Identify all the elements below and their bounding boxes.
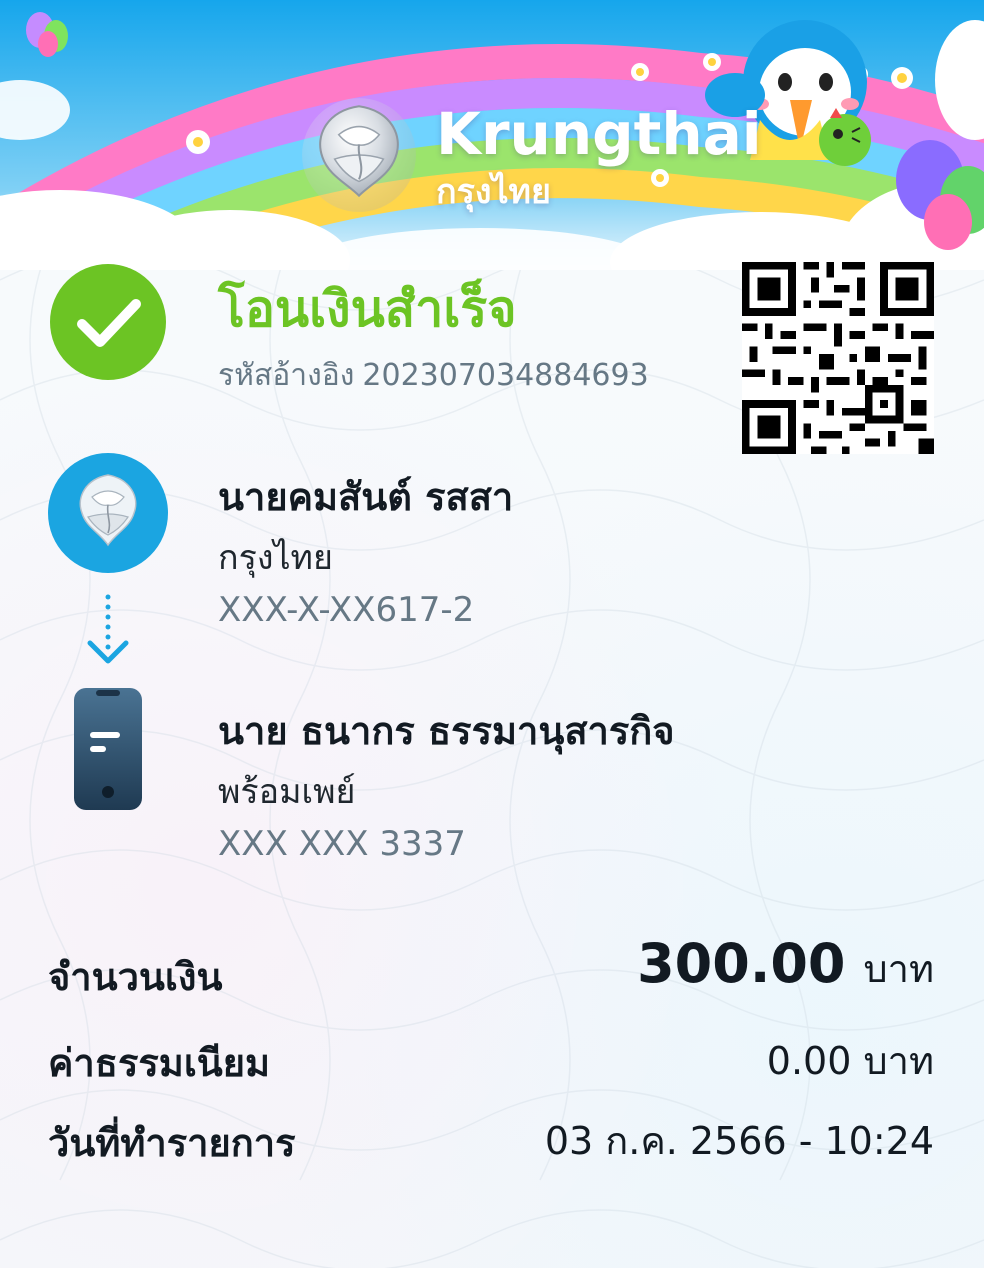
brand-name-en: Krungthai [436, 100, 762, 168]
sender-bank: กรุงไทย [218, 538, 333, 578]
receiver-channel: พร้อมเพย์ [218, 772, 356, 812]
amount-unit: บาท [863, 947, 934, 991]
fee-label: ค่าธรรมเนียม [48, 1041, 271, 1085]
receiver-account: XXX XXX 3337 [218, 824, 466, 864]
sender-name: นายคมสันต์ รสสา [218, 475, 514, 519]
receiver-name: นาย ธนากร ธรรมานุสารกิจ [218, 709, 675, 753]
dotted-arrow-down-icon [87, 594, 129, 664]
reference-line: รหัสอ้างอิง 202307034884693 [218, 352, 657, 399]
amount-value-group: 300.00 บาท [637, 932, 934, 999]
reference-value: 202307034884693 [362, 358, 649, 393]
header-banner: Krungthai กรุงไทย [0, 0, 984, 270]
amount-value: 300.00 [637, 932, 846, 995]
check-circle-icon [50, 264, 166, 380]
sender-account: XXX-X-XX617-2 [218, 590, 475, 630]
brand-name-th: กรุงไทย [436, 172, 551, 212]
fee-value: 0.00 บาท [766, 1039, 934, 1083]
date-value: 03 ก.ค. 2566 - 10:24 [544, 1119, 934, 1163]
krungthai-logo-icon [302, 98, 416, 212]
status-title: โอนเงินสำเร็จ [218, 280, 517, 338]
reference-label: รหัสอ้างอิง [218, 358, 355, 393]
transfer-slip: Krungthai กรุงไทย โอนเงินสำเร็จ รหัสอ้าง… [0, 0, 984, 1268]
smartphone-icon [74, 688, 142, 810]
krungthai-bank-avatar-icon [48, 453, 168, 573]
amount-label: จำนวนเงิน [48, 955, 223, 999]
qr-code [742, 262, 934, 454]
date-label: วันที่ทำรายการ [48, 1121, 296, 1165]
